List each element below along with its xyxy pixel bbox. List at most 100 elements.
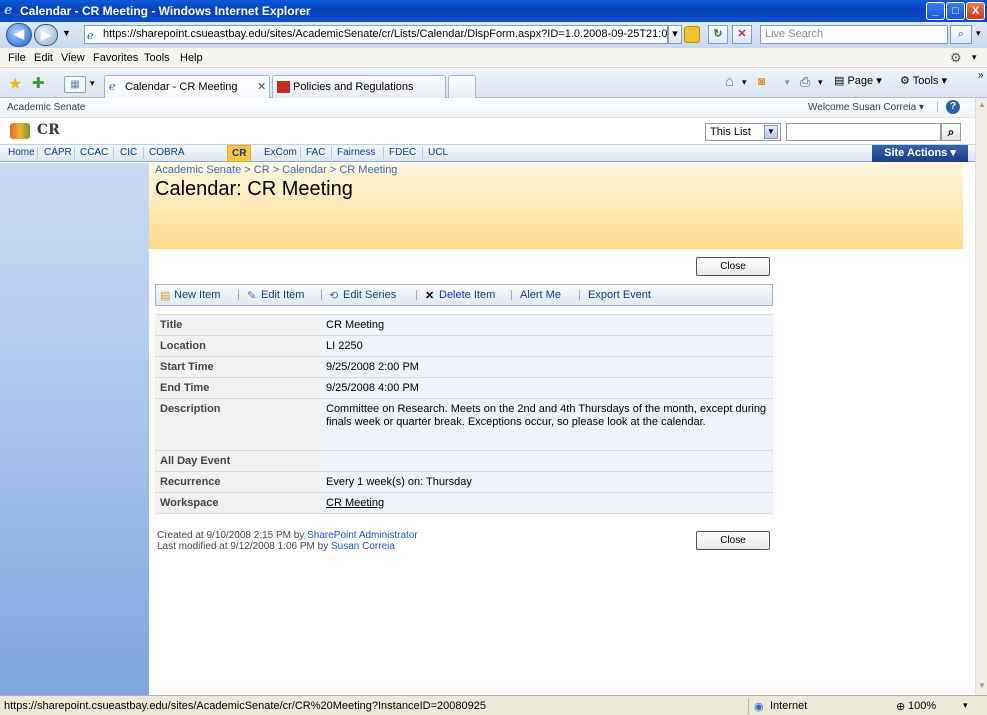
tab-list-chevron-icon[interactable]: ▾ <box>90 78 95 89</box>
home-icon[interactable]: ⌂ <box>725 73 734 90</box>
new-item-button[interactable]: New Item <box>174 289 220 301</box>
breadcrumb[interactable]: Academic Senate > CR > Calendar > CR Mee… <box>155 164 397 176</box>
menu-file[interactable]: File <box>8 52 26 64</box>
close-window-button[interactable]: X <box>966 2 985 20</box>
nav-divider <box>37 147 38 159</box>
home-chevron-icon[interactable]: ▾ <box>742 77 747 88</box>
zoom-level[interactable]: 100% <box>908 700 936 712</box>
nav-fac[interactable]: FAC <box>306 147 325 158</box>
page-menu[interactable]: ▤ Page ▾ <box>834 74 882 87</box>
table-row: Recurrence Every 1 week(s) on: Thursday <box>155 471 773 493</box>
site-title[interactable]: CR <box>37 122 60 138</box>
site-actions-button[interactable]: Site Actions ▾ <box>872 145 968 162</box>
maximize-button[interactable]: □ <box>946 2 965 20</box>
nav-divider <box>143 147 144 159</box>
gear-icon: ⚙ <box>900 75 910 87</box>
print-chevron-icon[interactable]: ▾ <box>818 77 823 88</box>
welcome-menu[interactable]: Welcome Susan Correia ▾ <box>808 102 924 113</box>
nav-cr-selected[interactable]: CR <box>227 145 252 162</box>
search-options-chevron-icon[interactable]: ▾ <box>976 28 981 39</box>
more-tools-chevron-icon[interactable]: » <box>978 70 984 81</box>
feeds-chevron-icon[interactable]: ▾ <box>785 77 790 88</box>
modified-by-link[interactable]: Susan Correia <box>331 541 395 552</box>
menu-edit[interactable]: Edit <box>34 52 53 64</box>
lock-icon[interactable] <box>684 26 700 43</box>
new-item-icon: ▤ <box>160 290 171 302</box>
scroll-up-icon[interactable]: ▲ <box>978 100 986 109</box>
site-logo-icon <box>10 123 30 139</box>
quick-tabs-icon[interactable]: ▦ <box>64 76 86 93</box>
item-toolbar: ▤ New Item | ✎ Edit Item | ⟲ Edit Series… <box>155 284 773 306</box>
scroll-down-icon[interactable]: ▼ <box>978 681 986 690</box>
add-favorites-icon[interactable]: ✚ <box>32 74 45 92</box>
window-title-bar[interactable]: e Calendar - CR Meeting - Windows Intern… <box>0 0 987 22</box>
nav-cic[interactable]: CIC <box>120 147 137 158</box>
nav-capr[interactable]: CAPR <box>44 147 72 158</box>
site-search-icon[interactable]: ⌕ <box>941 123 961 141</box>
nav-home[interactable]: Home <box>8 147 35 158</box>
search-icon[interactable]: ⌕ <box>950 25 972 44</box>
ie-logo-icon: e <box>4 3 13 18</box>
zoom-chevron-icon[interactable]: ▾ <box>963 700 968 711</box>
site-search-input[interactable] <box>786 123 941 141</box>
nav-divider <box>74 147 75 159</box>
parent-site-link[interactable]: Academic Senate <box>7 102 85 113</box>
nav-ucl[interactable]: UCL <box>428 147 448 158</box>
window-title: Calendar - CR Meeting - Windows Internet… <box>20 4 311 18</box>
nav-fdec[interactable]: FDEC <box>389 147 416 158</box>
refresh-icon[interactable]: ↻ <box>708 25 728 44</box>
field-value: Every 1 week(s) on: Thursday <box>321 471 773 493</box>
menu-overflow-chevron-icon[interactable]: ▾ <box>972 52 977 63</box>
menu-favorites[interactable]: Favorites <box>93 52 138 64</box>
toolbar-separator: | <box>320 289 323 301</box>
live-search-input[interactable]: Live Search <box>760 25 948 44</box>
edit-item-button[interactable]: Edit Item <box>261 289 304 301</box>
vertical-scrollbar[interactable]: ▲ ▼ <box>975 98 987 695</box>
menu-help[interactable]: Help <box>180 52 203 64</box>
workspace-link[interactable]: CR Meeting <box>326 497 384 509</box>
zone-label: Internet <box>770 700 808 712</box>
search-scope-select[interactable]: This List ▼ <box>705 123 781 141</box>
alert-me-button[interactable]: Alert Me <box>520 289 561 301</box>
export-event-button[interactable]: Export Event <box>588 289 651 301</box>
favorites-star-icon[interactable]: ★ <box>8 74 22 94</box>
nav-excom[interactable]: ExCom <box>264 147 297 158</box>
nav-divider <box>113 147 114 159</box>
pdf-icon <box>277 81 290 93</box>
close-button-top[interactable]: Close <box>696 257 770 276</box>
address-input[interactable]: ℯ https://sharepoint.csueastbay.edu/site… <box>84 25 668 44</box>
toolbar-settings-icon[interactable]: ⚙ <box>950 50 962 66</box>
page-icon: ℯ <box>87 30 94 42</box>
tab-policies-and-regulations[interactable]: Policies and Regulations <box>272 75 446 98</box>
menu-tools[interactable]: Tools <box>144 52 170 64</box>
form-content: Close ▤ New Item | ✎ Edit Item | ⟲ Edit … <box>149 249 963 695</box>
menu-view[interactable]: View <box>61 52 85 64</box>
delete-item-button[interactable]: Delete Item <box>439 289 495 301</box>
minimize-button[interactable]: _ <box>926 2 945 20</box>
feeds-icon[interactable]: ◙ <box>758 74 765 88</box>
tab-calendar-cr-meeting[interactable]: e Calendar - CR Meeting ✕ <box>104 75 270 98</box>
edit-series-button[interactable]: Edit Series <box>343 289 396 301</box>
address-dropdown-button[interactable]: ▾ <box>668 25 682 44</box>
field-label: End Time <box>155 377 321 399</box>
help-icon[interactable]: ? <box>946 100 960 114</box>
nav-cobra[interactable]: COBRA <box>149 147 185 158</box>
nav-divider <box>300 147 301 159</box>
back-icon[interactable]: ◀ <box>6 23 32 47</box>
nav-ccac[interactable]: CCAC <box>80 147 108 158</box>
forward-icon[interactable]: ▶ <box>34 24 58 46</box>
close-tab-icon[interactable]: ✕ <box>257 76 266 98</box>
menu-bar: File Edit View Favorites Tools Help ⚙ ▾ <box>0 48 987 68</box>
created-by-link[interactable]: SharePoint Administrator <box>307 530 418 541</box>
close-button-bottom[interactable]: Close <box>696 531 770 550</box>
print-icon[interactable]: ⎙ <box>800 74 810 90</box>
stop-icon[interactable]: ✕ <box>732 25 752 44</box>
table-row: Location LI 2250 <box>155 335 773 357</box>
recent-pages-chevron-icon[interactable]: ▼ <box>62 28 71 38</box>
field-value: CR Meeting <box>321 314 773 336</box>
table-row: Description Committee on Research. Meets … <box>155 398 773 451</box>
tools-menu[interactable]: ⚙ Tools ▾ <box>900 74 947 87</box>
nav-fairness[interactable]: Fairness <box>337 147 375 158</box>
scope-chevron-icon[interactable]: ▼ <box>764 125 778 139</box>
new-tab-button[interactable] <box>448 75 476 98</box>
